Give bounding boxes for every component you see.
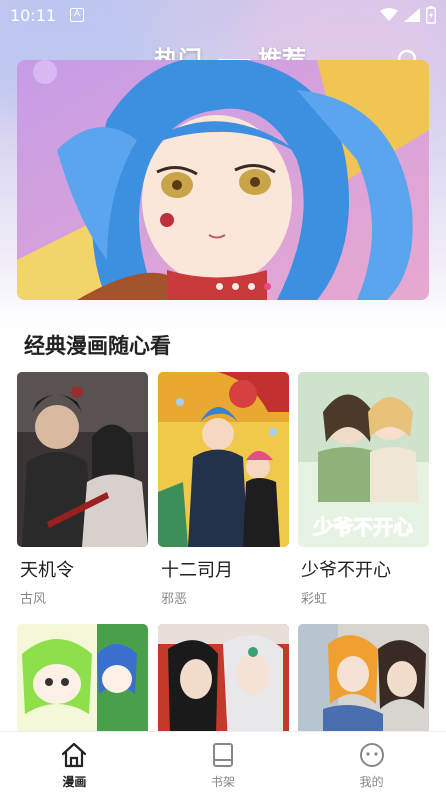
status-bar: 10:11 A: [0, 0, 446, 30]
smiley-icon: [359, 743, 384, 767]
comic-cover[interactable]: 少爷不开心: [298, 372, 429, 547]
wifi-icon: [380, 8, 398, 21]
nav-bookshelf[interactable]: 书架: [149, 732, 298, 794]
comic-cover[interactable]: [158, 372, 289, 547]
comic-genre: 邪恶: [161, 592, 188, 607]
carousel-dot[interactable]: [231, 283, 239, 290]
comic-cover[interactable]: [17, 372, 148, 547]
book-icon: [213, 743, 233, 767]
banner-carousel[interactable]: [17, 60, 429, 300]
comic-title[interactable]: 十二司月: [158, 556, 289, 582]
nav-label: 我的: [359, 775, 384, 789]
notification-icon: A: [70, 8, 85, 22]
nav-comics[interactable]: 漫画: [0, 732, 149, 794]
banner-image: [17, 60, 429, 300]
battery-icon: [426, 6, 436, 24]
comic-genre: 彩虹: [301, 592, 328, 607]
comic-title[interactable]: 天机令: [17, 556, 148, 582]
status-time: 10:11: [10, 5, 57, 25]
comic-title[interactable]: 少爷不开心: [298, 556, 429, 582]
bottom-navigation: 漫画 书架 我的: [0, 731, 446, 794]
signal-icon: [404, 8, 420, 22]
comic-genre: 古风: [20, 592, 47, 607]
carousel-dot-active[interactable]: [263, 283, 271, 290]
comic-card[interactable]: 天机令 古风: [17, 372, 148, 607]
nav-label: 书架: [211, 775, 236, 789]
nav-profile[interactable]: 我的: [297, 732, 446, 794]
carousel-indicators: [17, 283, 429, 290]
nav-label: 漫画: [62, 775, 87, 789]
carousel-dot[interactable]: [215, 283, 223, 290]
carousel-dot[interactable]: [247, 283, 255, 290]
cover-title-art: 少爷不开心: [312, 515, 413, 539]
comic-card[interactable]: 少爷不开心 少爷不开心 彩虹: [298, 372, 429, 607]
section-title: 经典漫画随心看: [24, 334, 171, 358]
home-icon: [62, 742, 87, 768]
comic-card[interactable]: 十二司月 邪恶: [158, 372, 289, 607]
